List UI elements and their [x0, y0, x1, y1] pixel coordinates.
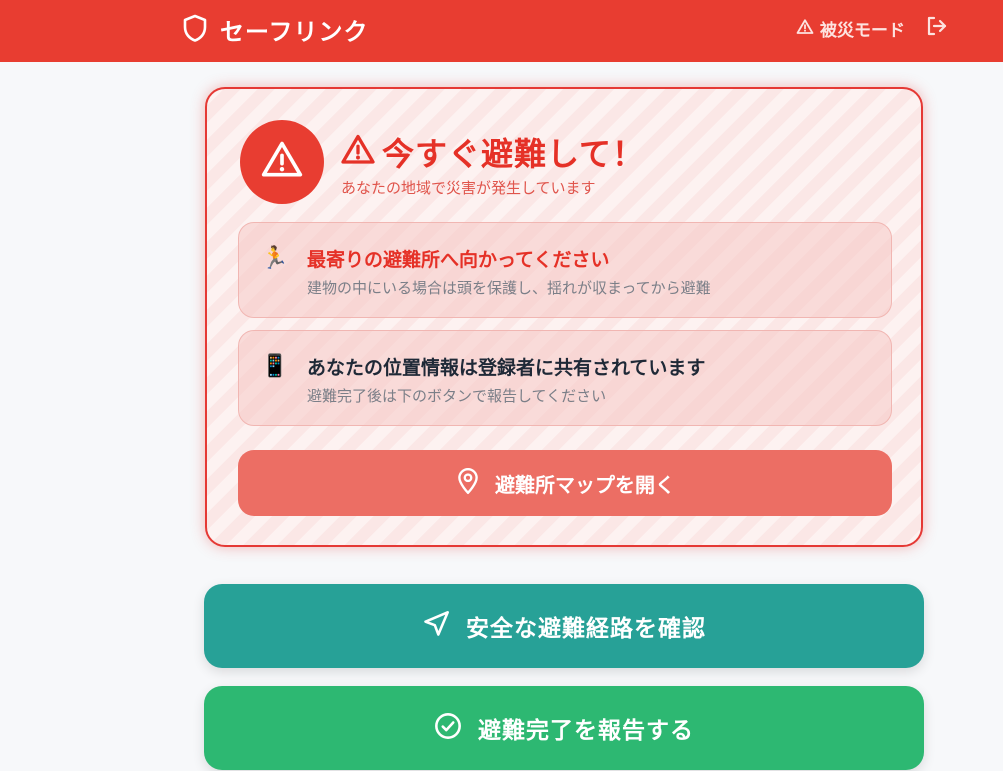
alert-subtitle: あなたの地域で災害が発生しています	[341, 179, 596, 197]
info-item-location-shared: 📱 あなたの位置情報は登録者に共有されています 避難完了後は下のボタンで報告して…	[238, 330, 892, 426]
app-header: セーフリンク 被災モード	[0, 0, 1003, 62]
info-item-description: 建物の中にいる場合は頭を保護し、揺れが収まってから避難	[307, 279, 711, 297]
warning-triangle-icon	[260, 138, 304, 186]
warning-triangle-icon	[340, 132, 376, 172]
alert-title: 今すぐ避難して！	[382, 135, 646, 173]
warning-triangle-icon	[796, 18, 814, 40]
check-circle-icon	[434, 712, 462, 744]
alert-badge	[240, 120, 324, 204]
info-item-nearest-shelter: 🏃 最寄りの避難所へ向かってください 建物の中にいる場合は頭を保護し、揺れが収ま…	[238, 222, 892, 318]
check-safe-route-button[interactable]: 安全な避難経路を確認	[204, 584, 924, 668]
report-evacuation-complete-label: 避難完了を報告する	[478, 718, 694, 744]
check-safe-route-label: 安全な避難経路を確認	[466, 616, 706, 642]
mobile-phone-icon: 📱	[261, 354, 289, 379]
info-item-title: 最寄りの避難所へ向かってください	[307, 249, 610, 271]
map-pin-icon	[455, 467, 481, 499]
report-evacuation-complete-button[interactable]: 避難完了を報告する	[204, 686, 924, 770]
shield-icon	[182, 13, 208, 47]
disaster-mode-indicator[interactable]: 被災モード	[796, 16, 905, 41]
open-shelter-map-label: 避難所マップを開く	[495, 472, 675, 497]
app-title: セーフリンク	[220, 18, 369, 46]
info-item-description: 避難完了後は下のボタンで報告してください	[307, 387, 607, 405]
navigation-arrow-icon	[422, 610, 450, 642]
open-shelter-map-button[interactable]: 避難所マップを開く	[238, 450, 892, 516]
logout-icon[interactable]	[924, 14, 948, 38]
brand[interactable]: セーフリンク	[182, 12, 369, 47]
evacuation-alert-card: 今すぐ避難して！ あなたの地域で災害が発生しています 🏃 最寄りの避難所へ向かっ…	[205, 87, 923, 547]
disaster-mode-label: 被災モード	[820, 21, 905, 41]
info-item-title: あなたの位置情報は登録者に共有されています	[307, 357, 706, 379]
alert-title-row: 今すぐ避難して！	[340, 129, 645, 175]
running-person-icon: 🏃	[261, 246, 289, 271]
